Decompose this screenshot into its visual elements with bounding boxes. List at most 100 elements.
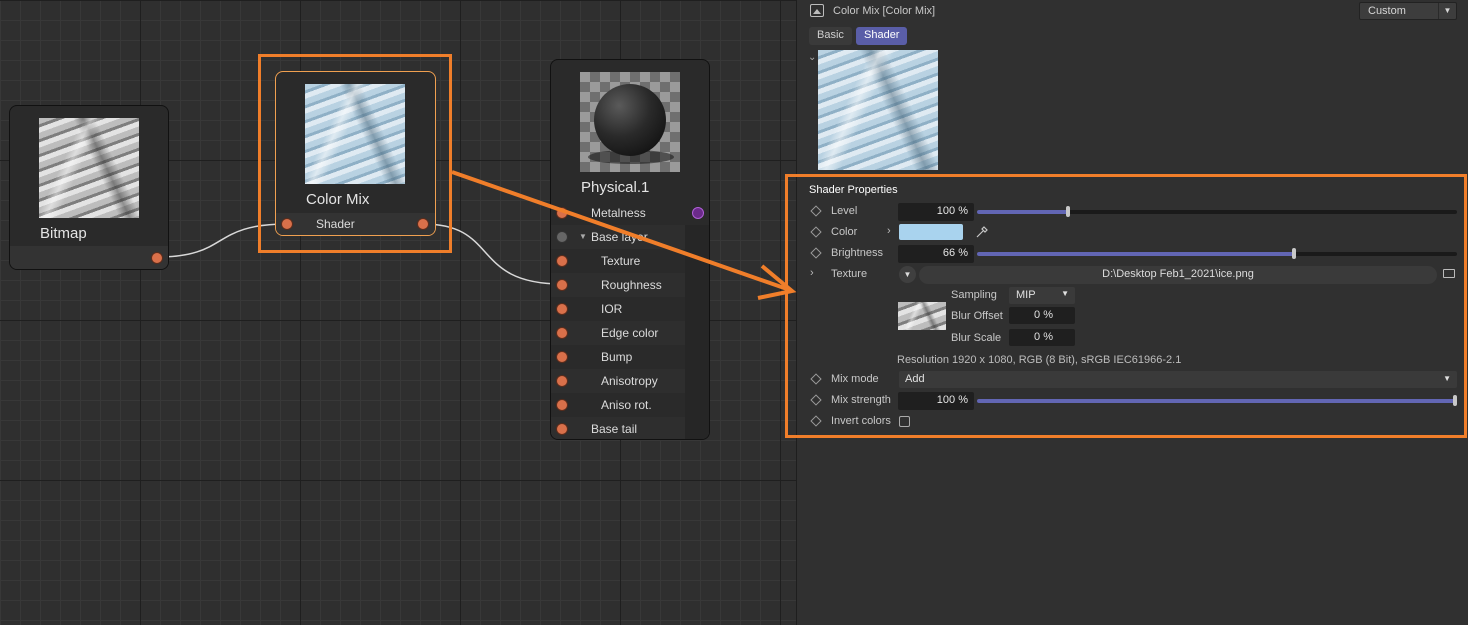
port-label: Roughness bbox=[601, 278, 662, 292]
brightness-row: Brightness 66 % bbox=[797, 244, 1468, 264]
physical-port-row: IOR bbox=[551, 297, 709, 321]
port-label: Base tail bbox=[591, 422, 638, 436]
collapse-chevron-icon[interactable]: ⌄ bbox=[808, 52, 816, 63]
keyframe-icon[interactable] bbox=[810, 205, 822, 217]
bump-port[interactable] bbox=[556, 351, 568, 363]
invert-colors-label: Invert colors bbox=[831, 415, 891, 427]
bitmap-output-bar bbox=[10, 246, 168, 269]
wire-colormix-to-physical bbox=[422, 223, 563, 285]
metalness-port[interactable] bbox=[556, 207, 568, 219]
mix-strength-slider-fill bbox=[977, 399, 1457, 403]
physical-port-row: Bump bbox=[551, 345, 709, 369]
keyframe-icon[interactable] bbox=[810, 373, 822, 385]
level-label: Level bbox=[831, 205, 858, 217]
color-mix-input-port[interactable] bbox=[281, 218, 293, 230]
blur-scale-label: Blur Scale bbox=[951, 332, 1002, 344]
port-right-column bbox=[685, 297, 709, 321]
port-label: Metalness bbox=[591, 206, 646, 220]
brightness-slider[interactable] bbox=[977, 248, 1457, 259]
port-label: Anisotropy bbox=[601, 374, 658, 388]
base-tail-port[interactable] bbox=[556, 423, 568, 435]
physical-node[interactable]: Physical.1 Metalness ▼ Base layer Textur… bbox=[550, 59, 710, 440]
blur-scale-field[interactable]: 0 % bbox=[1009, 329, 1075, 346]
color-label: Color bbox=[831, 226, 858, 238]
level-slider-handle[interactable] bbox=[1066, 206, 1071, 217]
ior-port[interactable] bbox=[556, 303, 568, 315]
metalness-output-port[interactable] bbox=[692, 207, 704, 219]
mix-mode-value: Add bbox=[905, 373, 925, 385]
brightness-field[interactable]: 66 % bbox=[898, 245, 974, 263]
tab-shader[interactable]: Shader bbox=[856, 27, 908, 45]
brightness-slider-handle[interactable] bbox=[1291, 248, 1296, 259]
mix-strength-field[interactable]: 100 % bbox=[898, 392, 974, 410]
physical-material-preview bbox=[580, 72, 680, 172]
preset-value: Custom bbox=[1368, 5, 1406, 17]
port-right-column bbox=[685, 225, 709, 249]
port-label: Texture bbox=[601, 254, 641, 268]
bitmap-node-title: Bitmap bbox=[40, 225, 87, 242]
chevron-down-icon: ▼ bbox=[1438, 3, 1456, 19]
bitmap-node[interactable]: Bitmap bbox=[9, 105, 169, 270]
keyframe-icon[interactable] bbox=[810, 226, 822, 238]
mix-strength-row: Mix strength 100 % bbox=[797, 391, 1468, 411]
port-label: Edge color bbox=[601, 326, 659, 340]
keyframe-icon[interactable] bbox=[810, 394, 822, 406]
physical-port-row: Texture bbox=[551, 249, 709, 273]
mix-strength-slider[interactable] bbox=[977, 395, 1457, 406]
tab-basic[interactable]: Basic bbox=[809, 27, 852, 45]
invert-colors-checkbox[interactable] bbox=[899, 416, 910, 427]
image-icon bbox=[810, 4, 824, 17]
sampling-dropdown[interactable]: MIP ▼ bbox=[1009, 287, 1075, 304]
level-field[interactable]: 100 % bbox=[898, 203, 974, 221]
aniso-rot-port[interactable] bbox=[556, 399, 568, 411]
color-row: Color › bbox=[797, 223, 1468, 243]
texture-menu-button[interactable]: ▼ bbox=[899, 266, 916, 283]
invert-colors-row: Invert colors bbox=[797, 412, 1468, 432]
chevron-down-icon: ▼ bbox=[1061, 289, 1069, 298]
texture-path-field[interactable]: D:\Desktop Feb1_2021\ice.png bbox=[919, 266, 1437, 284]
bitmap-output-port[interactable] bbox=[151, 252, 163, 264]
color-swatch[interactable] bbox=[899, 224, 963, 240]
color-mix-node[interactable]: Color Mix Shader bbox=[275, 71, 436, 236]
port-label: Bump bbox=[601, 350, 633, 364]
physical-port-row: Edge color bbox=[551, 321, 709, 345]
level-row: Level 100 % bbox=[797, 202, 1468, 222]
physical-port-row[interactable]: ▼ Base layer bbox=[551, 225, 709, 249]
texture-row: › Texture ▼ D:\Desktop Feb1_2021\ice.png bbox=[797, 265, 1468, 285]
physical-node-title: Physical.1 bbox=[581, 179, 650, 196]
physical-port-row: Metalness bbox=[551, 201, 709, 225]
color-mix-port-label: Shader bbox=[316, 217, 355, 231]
chevron-right-icon[interactable]: › bbox=[887, 225, 891, 237]
preset-dropdown[interactable]: Custom ▼ bbox=[1359, 2, 1457, 20]
wire-bitmap-to-colormix bbox=[156, 223, 288, 258]
physical-port-row: Aniso rot. bbox=[551, 393, 709, 417]
chevron-right-icon[interactable]: › bbox=[810, 267, 814, 279]
texture-thumbnail bbox=[898, 302, 946, 330]
level-slider[interactable] bbox=[977, 206, 1457, 217]
blur-offset-label: Blur Offset bbox=[951, 310, 1003, 322]
edge-color-port[interactable] bbox=[556, 327, 568, 339]
texture-label: Texture bbox=[831, 268, 868, 280]
port-right-column bbox=[685, 273, 709, 297]
expand-triangle-icon[interactable]: ▼ bbox=[579, 232, 587, 241]
keyframe-icon[interactable] bbox=[810, 415, 822, 427]
anisotropy-port[interactable] bbox=[556, 375, 568, 387]
attribute-panel: Color Mix [Color Mix] Custom ▼ Basic Sha… bbox=[785, 0, 1468, 625]
mix-strength-slider-handle[interactable] bbox=[1453, 395, 1457, 406]
sampling-value: MIP bbox=[1016, 289, 1036, 301]
texture-port[interactable] bbox=[556, 255, 568, 267]
color-mix-port-bar bbox=[276, 213, 435, 235]
mix-mode-row: Mix mode Add ▼ bbox=[797, 370, 1468, 390]
resolution-info: Resolution 1920 x 1080, RGB (8 Bit), sRG… bbox=[897, 354, 1182, 366]
color-mix-output-port[interactable] bbox=[417, 218, 429, 230]
folder-icon[interactable] bbox=[1443, 269, 1455, 278]
color-mix-node-title: Color Mix bbox=[306, 191, 370, 208]
node-editor[interactable]: Bitmap Color Mix Shader Physical.1 Metal… bbox=[0, 0, 796, 625]
panel-title: Color Mix [Color Mix] bbox=[833, 5, 936, 17]
base-layer-port[interactable] bbox=[556, 231, 568, 243]
roughness-port[interactable] bbox=[556, 279, 568, 291]
eyedropper-icon[interactable] bbox=[975, 225, 989, 239]
mix-mode-dropdown[interactable]: Add ▼ bbox=[899, 371, 1457, 388]
blur-offset-field[interactable]: 0 % bbox=[1009, 307, 1075, 324]
keyframe-icon[interactable] bbox=[810, 247, 822, 259]
